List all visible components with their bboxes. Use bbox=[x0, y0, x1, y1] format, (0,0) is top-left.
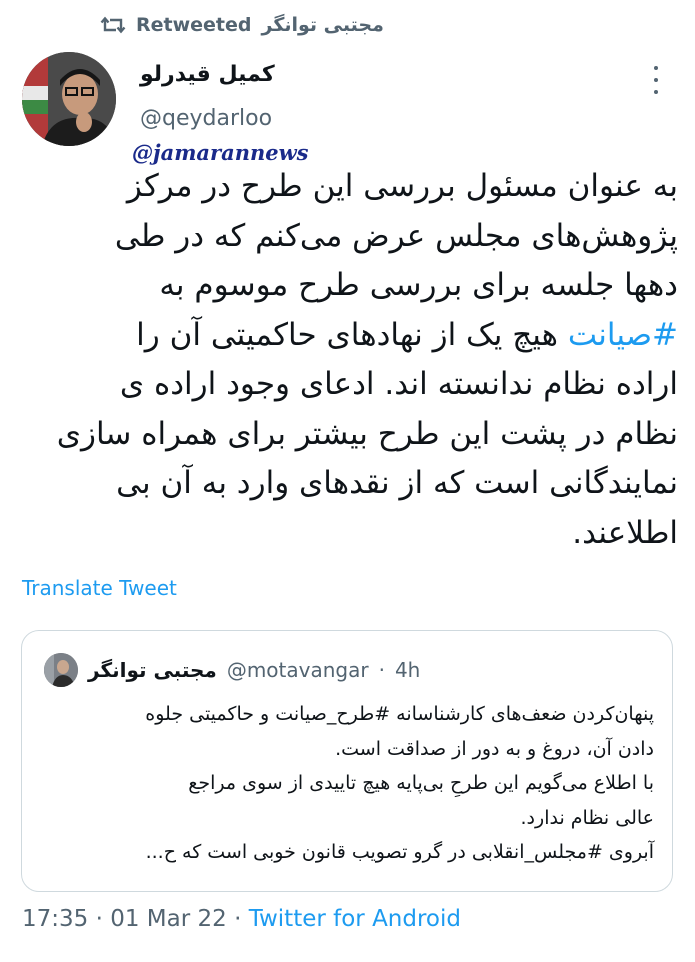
retweet-icon bbox=[100, 16, 126, 34]
author-name[interactable]: کمیل قیدرلو bbox=[140, 62, 275, 87]
separator: · bbox=[378, 658, 385, 682]
hashtag-link[interactable]: #صیانت bbox=[568, 317, 678, 353]
quoted-tweet-header: مجتبی توانگر @motavangar · 4h bbox=[44, 653, 420, 687]
author-handle[interactable]: @qeydarloo bbox=[140, 106, 272, 131]
quoted-author-avatar[interactable] bbox=[44, 653, 78, 687]
tweet-date[interactable]: 01 Mar 22 bbox=[110, 906, 227, 932]
quoted-line: با اطلاع می‌گویم این طرحِ بی‌پایه هیچ تا… bbox=[188, 772, 654, 794]
quoted-tweet[interactable]: مجتبی توانگر @motavangar · 4h پنهان‌کردن… bbox=[21, 630, 673, 892]
tweet-line: #صیانت هیچ یک از نهادهای حاکمیتی آن را bbox=[18, 311, 678, 361]
tweet-source-link[interactable]: Twitter for Android bbox=[249, 906, 461, 932]
quoted-author-name[interactable]: مجتبی توانگر bbox=[88, 658, 217, 682]
retweet-context: Retweeted مجتبی توانگر bbox=[100, 14, 384, 36]
quoted-tweet-text: پنهان‌کردن ضعف‌های کارشناسانه #طرح_صیانت… bbox=[40, 697, 654, 870]
retweet-label: Retweeted bbox=[136, 14, 252, 36]
quoted-line: عالی نظام ندارد. bbox=[520, 806, 654, 829]
tweet-line: دهها جلسه برای بررسی طرح موسوم به bbox=[159, 267, 678, 303]
tweet-line: اراده نظام ندانسته اند. ادعای وجود اراده… bbox=[119, 366, 678, 402]
quoted-line: پنهان‌کردن ضعف‌های کارشناسانه #طرح_صیانت… bbox=[145, 703, 654, 725]
tweet-text: به عنوان مسئول بررسی این طرح در مرکز پژو… bbox=[18, 162, 678, 558]
separator: · bbox=[234, 906, 242, 932]
more-options-icon[interactable] bbox=[650, 66, 662, 94]
tweet-time[interactable]: 17:35 bbox=[22, 906, 88, 932]
translate-tweet-link[interactable]: Translate Tweet bbox=[22, 576, 177, 600]
quoted-author-handle[interactable]: @motavangar bbox=[227, 658, 369, 682]
retweeter-name[interactable]: مجتبی توانگر bbox=[262, 14, 384, 36]
quoted-line: آبروی #مجلس_انقلابی در گرو تصویب قانون خ… bbox=[145, 841, 654, 863]
tweet-line: پژوهش‌های مجلس عرض می‌کنم که در طی bbox=[114, 217, 678, 254]
tweet-line: اطلاعند. bbox=[572, 514, 678, 551]
tweet-line: نظام در پشت این طرح بیشتر برای همراه ساز… bbox=[56, 415, 678, 452]
quoted-time[interactable]: 4h bbox=[395, 658, 420, 682]
tweet-line-rest: هیچ یک از نهادهای حاکمیتی آن را bbox=[136, 316, 568, 353]
separator: · bbox=[95, 906, 103, 932]
author-avatar[interactable] bbox=[22, 52, 116, 146]
tweet-line: نمایندگانی است که از نقدهای وارد به آن ب… bbox=[116, 465, 678, 501]
tweet-metadata: 17:35 · 01 Mar 22 · Twitter for Android bbox=[22, 906, 461, 932]
quoted-line: دادن آن، دروغ و به دور از صداقت است. bbox=[335, 737, 654, 760]
tweet-line: به عنوان مسئول بررسی این طرح در مرکز bbox=[126, 168, 678, 204]
